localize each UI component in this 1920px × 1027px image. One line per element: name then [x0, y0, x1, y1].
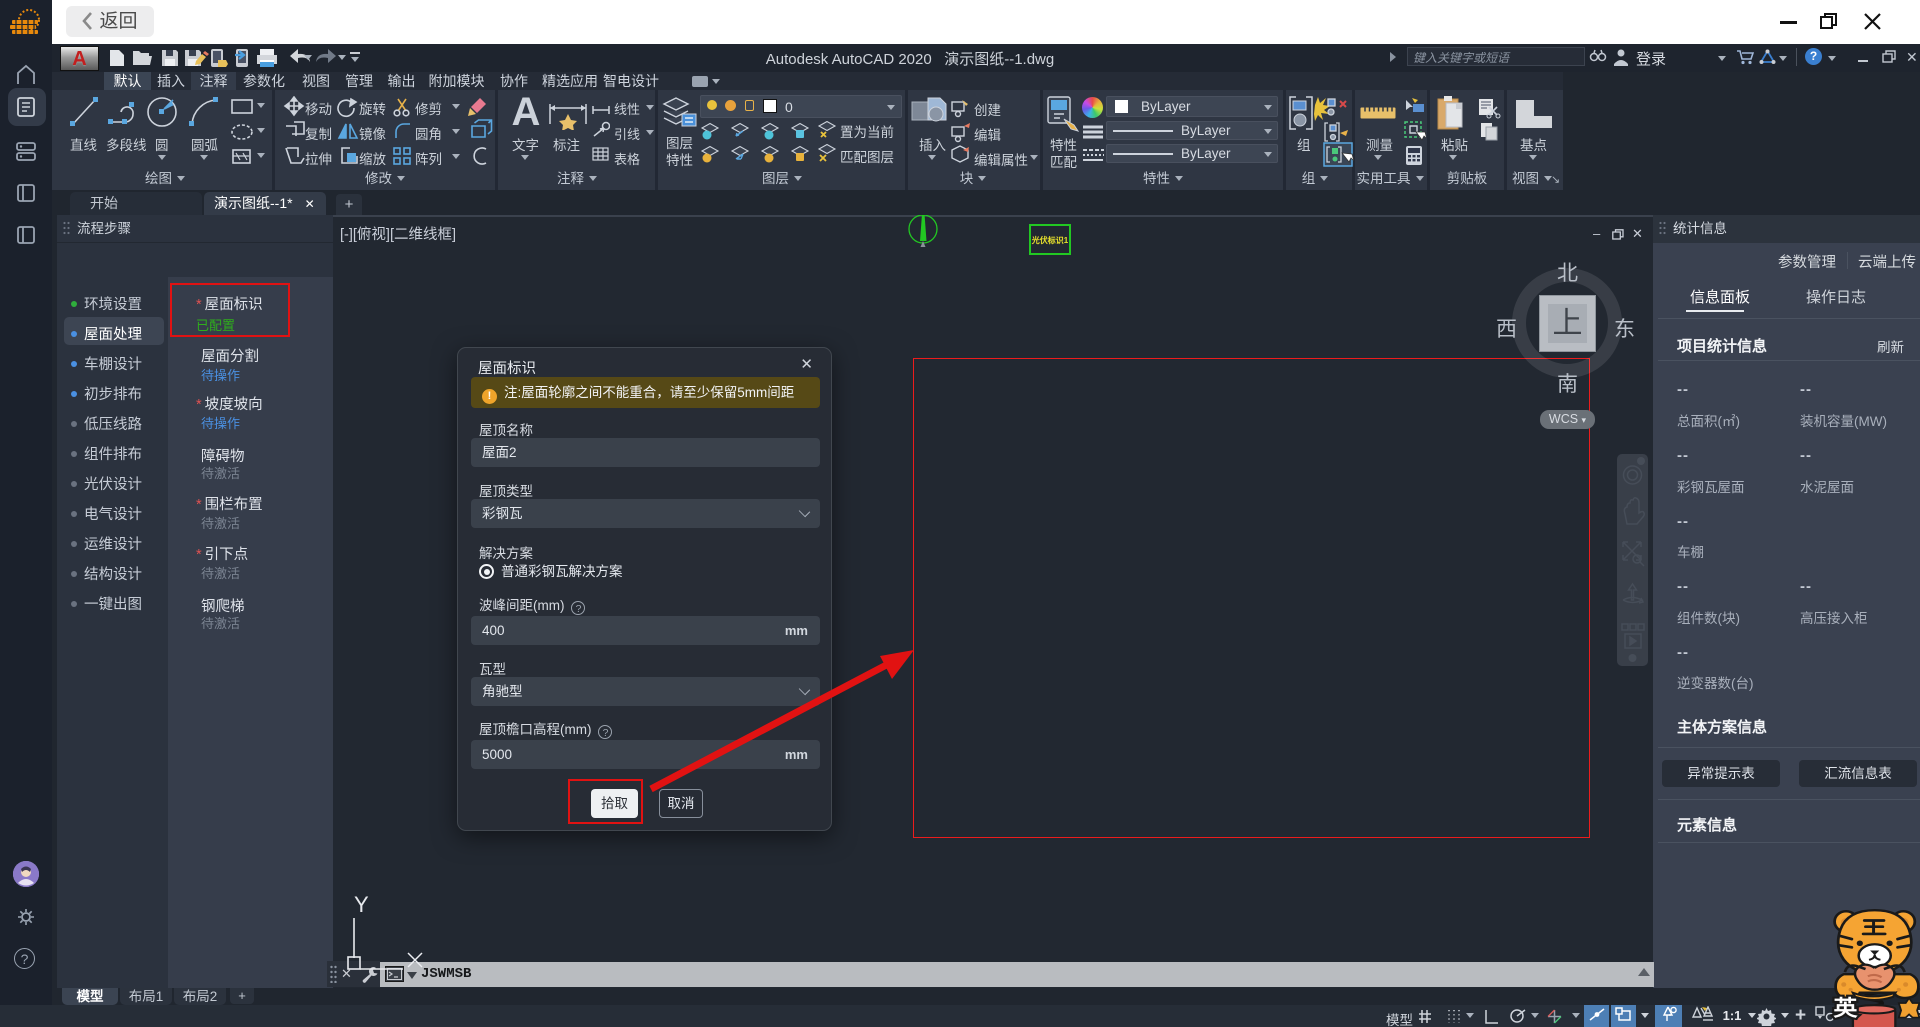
svg-text:英: 英 — [1833, 996, 1858, 1021]
